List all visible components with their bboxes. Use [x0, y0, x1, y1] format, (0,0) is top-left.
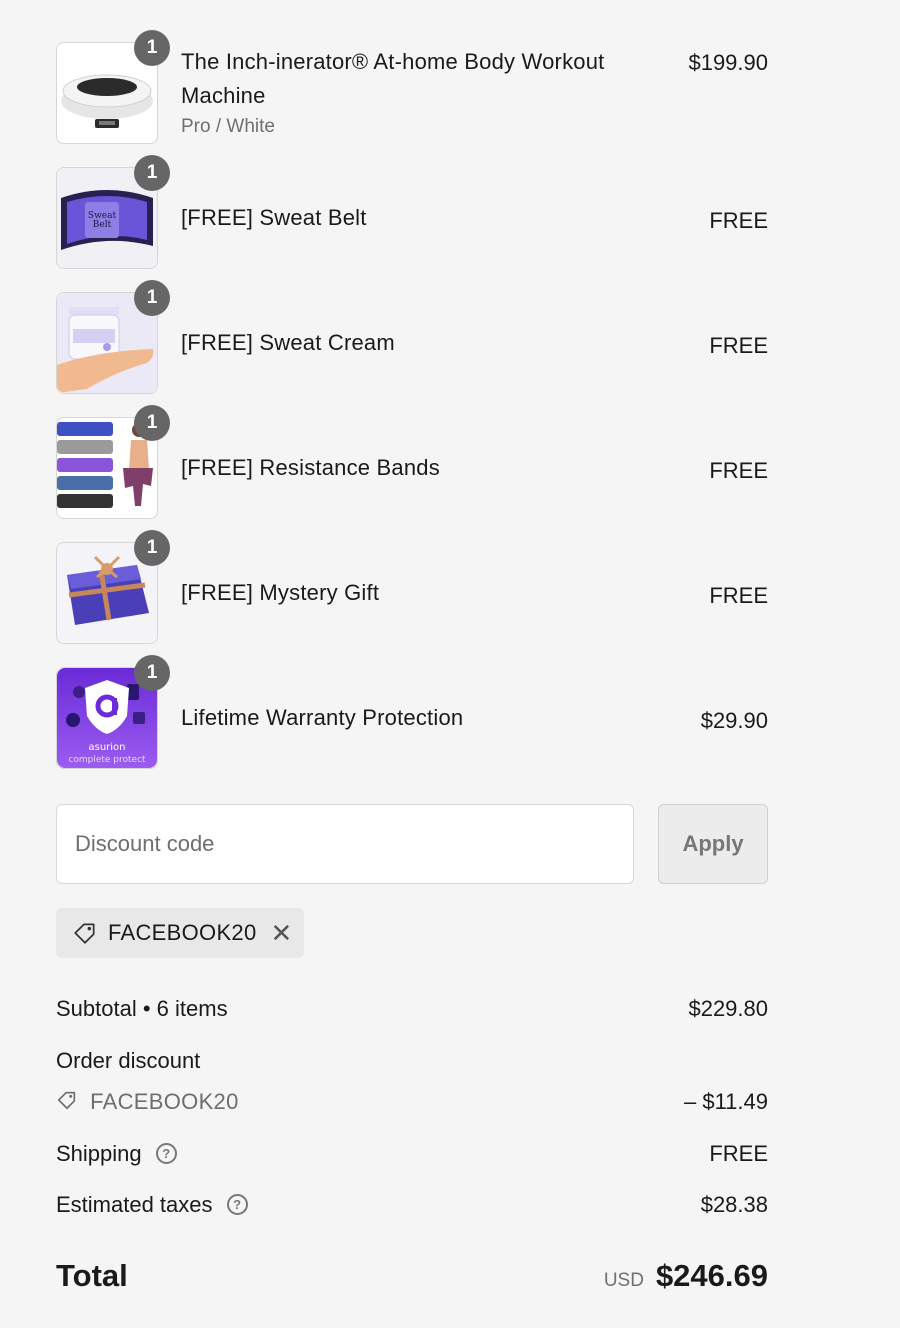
product-thumbnail: 1 [56, 280, 170, 394]
subtotal-label: Subtotal • 6 items [56, 996, 228, 1021]
item-title: [FREE] Resistance Bands [181, 455, 440, 480]
product-thumbnail: Sweat Belt 1 [56, 155, 170, 269]
item-price: $199.90 [688, 50, 768, 75]
order-discount-value: – $11.49 [683, 1089, 768, 1114]
quantity-badge: 1 [134, 155, 170, 191]
line-item: 1 [FREE] Mystery Gift FREE [56, 530, 768, 644]
currency-code: USD [603, 1270, 644, 1291]
line-item: 1 [FREE] Resistance Bands FREE [56, 405, 768, 519]
item-price: FREE [709, 208, 768, 233]
taxes-row: Estimated taxes ? $28.38 [56, 1192, 768, 1218]
item-title: The Inch-inerator® At-home Body Workout … [181, 49, 605, 108]
sweat-belt-image-text: Belt [93, 220, 112, 230]
order-discount-code-row: FACEBOOK20 – $11.49 [56, 1089, 768, 1115]
tag-icon [57, 1092, 76, 1110]
product-thumbnail: 1 [56, 30, 170, 144]
order-discount-label: Order discount [56, 1048, 201, 1073]
apply-discount-button[interactable]: Apply [658, 804, 768, 884]
quantity-badge: 1 [134, 405, 170, 441]
total-label: Total [56, 1258, 128, 1293]
quantity-badge: 1 [134, 655, 170, 691]
line-item: 1 [FREE] Sweat Cream FREE [56, 280, 768, 394]
help-icon[interactable]: ? [226, 1193, 248, 1215]
total-value: $246.69 [655, 1258, 768, 1293]
subtotal-value: $229.80 [688, 996, 768, 1021]
quantity-badge: 1 [134, 530, 170, 566]
quantity-badge: 1 [134, 280, 170, 316]
product-thumbnail: 1 [56, 405, 170, 519]
discount-code-field[interactable] [56, 804, 634, 884]
item-title: Lifetime Warranty Protection [181, 705, 464, 730]
item-price: FREE [709, 333, 768, 358]
line-item: asurion complete protect 1 Lifetime Warr… [56, 655, 768, 769]
asurion-image-text: asurion [88, 742, 125, 753]
item-title: [FREE] Sweat Belt [181, 205, 367, 230]
product-thumbnail: 1 [56, 530, 170, 644]
item-title: [FREE] Mystery Gift [181, 580, 380, 605]
applied-discount-code: FACEBOOK20 [108, 920, 257, 945]
help-icon[interactable]: ? [155, 1142, 177, 1164]
line-item: 1 The Inch-inerator® At-home Body Workou… [56, 30, 768, 144]
applied-discount-chip: FACEBOOK20 ✕ [56, 908, 304, 958]
subtotal-row: Subtotal • 6 items $229.80 [56, 996, 768, 1022]
quantity-badge: 1 [134, 30, 170, 66]
taxes-label: Estimated taxes [56, 1192, 213, 1217]
asurion-image-text: complete protect [68, 755, 146, 765]
item-price: FREE [709, 458, 768, 483]
shipping-row: Shipping ? FREE [56, 1141, 768, 1167]
item-variant: Pro / White [181, 116, 275, 137]
total-amount: USD $246.69 [604, 1258, 768, 1294]
taxes-value: $28.38 [700, 1192, 768, 1217]
product-thumbnail: asurion complete protect 1 [56, 655, 170, 769]
item-price: $29.90 [700, 708, 768, 733]
order-discount-code: FACEBOOK20 [90, 1089, 239, 1114]
remove-discount-icon[interactable]: ✕ [271, 920, 293, 946]
order-discount-row: Order discount [56, 1048, 768, 1074]
item-price: FREE [709, 583, 768, 608]
line-item: Sweat Belt 1 [FREE] Sweat Belt FREE [56, 155, 768, 269]
shipping-value: FREE [709, 1141, 768, 1166]
discount-code-input[interactable] [57, 805, 633, 883]
shipping-label: Shipping [56, 1141, 142, 1166]
tag-icon [74, 923, 95, 944]
item-title: [FREE] Sweat Cream [181, 330, 395, 355]
